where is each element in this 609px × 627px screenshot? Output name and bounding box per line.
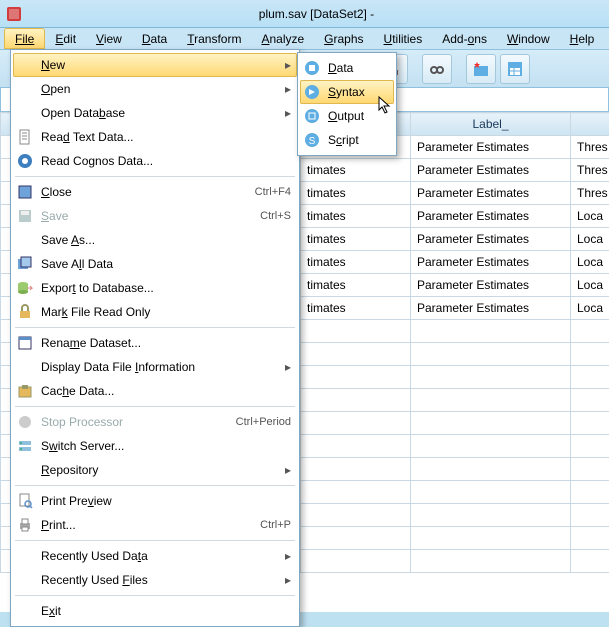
cell[interactable]: Loca [571, 205, 609, 228]
menu-item-stop-processor: Stop ProcessorCtrl+Period [13, 410, 297, 434]
data-icon [302, 59, 322, 77]
file-menu-dropdown: New ▸ Open▸ Open Database▸ Read Text Dat… [10, 49, 300, 627]
menu-item-new[interactable]: New ▸ [13, 53, 297, 77]
save-icon [15, 207, 35, 225]
menu-item-save: SaveCtrl+S [13, 204, 297, 228]
menubar: File Edit View Data Transform Analyze Gr… [0, 28, 609, 50]
menu-item-export-db[interactable]: Export to Database... [13, 276, 297, 300]
cell[interactable]: Loca [571, 274, 609, 297]
toolbar-find-button[interactable] [422, 54, 452, 84]
submenu-item-output[interactable]: Output [300, 104, 394, 128]
menu-item-print[interactable]: Print...Ctrl+P [13, 513, 297, 537]
menu-help[interactable]: Help [560, 28, 605, 49]
menu-item-display-info[interactable]: Display Data File Information▸ [13, 355, 297, 379]
toolbar-star-grid-button[interactable] [466, 54, 496, 84]
cell[interactable]: Loca [571, 228, 609, 251]
cell[interactable]: timates [301, 297, 411, 320]
menu-item-print-preview[interactable]: Print Preview [13, 489, 297, 513]
menu-transform[interactable]: Transform [177, 28, 251, 49]
cell[interactable]: Parameter Estimates [411, 182, 571, 205]
server-icon [15, 437, 35, 455]
menu-item-read-cognos[interactable]: Read Cognos Data... [13, 149, 297, 173]
menu-file[interactable]: File [4, 28, 45, 49]
cell[interactable]: Thres [571, 159, 609, 182]
menu-item-save-as[interactable]: Save As... [13, 228, 297, 252]
col-header-2[interactable] [571, 113, 609, 136]
grid-icon [15, 334, 35, 352]
print-icon [15, 516, 35, 534]
cell[interactable]: Parameter Estimates [411, 228, 571, 251]
menu-view[interactable]: View [86, 28, 132, 49]
submenu-arrow-icon: ▸ [283, 58, 291, 72]
close-icon [15, 183, 35, 201]
save-all-icon [15, 255, 35, 273]
new-submenu: Data Syntax Output S Script [297, 52, 397, 156]
menu-item-repository[interactable]: Repository▸ [13, 458, 297, 482]
cell[interactable]: timates [301, 228, 411, 251]
submenu-item-data[interactable]: Data [300, 56, 394, 80]
menu-window[interactable]: Window [497, 28, 560, 49]
menu-data[interactable]: Data [132, 28, 177, 49]
app-icon [6, 6, 22, 22]
syntax-icon [302, 83, 322, 101]
submenu-item-script[interactable]: S Script [300, 128, 394, 152]
cell[interactable]: Parameter Estimates [411, 205, 571, 228]
cell[interactable]: timates [301, 251, 411, 274]
svg-text:S: S [309, 136, 316, 147]
menu-addons[interactable]: Add-ons [432, 28, 497, 49]
menu-item-close[interactable]: CloseCtrl+F4 [13, 180, 297, 204]
menu-item-recent-data[interactable]: Recently Used Data▸ [13, 544, 297, 568]
submenu-item-syntax[interactable]: Syntax [300, 80, 394, 104]
cell[interactable]: Parameter Estimates [411, 274, 571, 297]
menu-item-exit[interactable]: Exit [13, 599, 297, 623]
cognos-icon [15, 152, 35, 170]
cell[interactable]: timates [301, 205, 411, 228]
cell[interactable]: Thres [571, 182, 609, 205]
cache-icon [15, 382, 35, 400]
titlebar: plum.sav [DataSet2] - [0, 0, 609, 28]
menu-analyze[interactable]: Analyze [251, 28, 314, 49]
menu-item-cache[interactable]: Cache Data... [13, 379, 297, 403]
cell[interactable]: Parameter Estimates [411, 297, 571, 320]
menu-item-read-text[interactable]: Read Text Data... [13, 125, 297, 149]
cell[interactable]: timates [301, 182, 411, 205]
stop-icon [15, 413, 35, 431]
lock-icon [15, 303, 35, 321]
export-icon [15, 279, 35, 297]
blank-icon [15, 56, 35, 74]
cell[interactable]: Loca [571, 297, 609, 320]
menu-edit[interactable]: Edit [45, 28, 86, 49]
cell[interactable]: Loca [571, 251, 609, 274]
menu-item-mark-readonly[interactable]: Mark File Read Only [13, 300, 297, 324]
menu-item-recent-files[interactable]: Recently Used Files▸ [13, 568, 297, 592]
col-header-label[interactable]: Label_ [411, 113, 571, 136]
output-icon [302, 107, 322, 125]
menu-item-save-all[interactable]: Save All Data [13, 252, 297, 276]
menu-utilities[interactable]: Utilities [374, 28, 433, 49]
cell[interactable]: timates [301, 159, 411, 182]
cell[interactable]: Parameter Estimates [411, 136, 571, 159]
cell[interactable]: Thres [571, 136, 609, 159]
menu-graphs[interactable]: Graphs [314, 28, 373, 49]
menu-item-open[interactable]: Open▸ [13, 77, 297, 101]
preview-icon [15, 492, 35, 510]
file-icon [15, 128, 35, 146]
cell[interactable]: Parameter Estimates [411, 251, 571, 274]
toolbar-blue-grid-button[interactable] [500, 54, 530, 84]
menu-item-switch-server[interactable]: Switch Server... [13, 434, 297, 458]
menu-item-rename-dataset[interactable]: Rename Dataset... [13, 331, 297, 355]
script-icon: S [302, 131, 322, 149]
cell[interactable]: timates [301, 274, 411, 297]
menu-item-open-database[interactable]: Open Database▸ [13, 101, 297, 125]
cell[interactable]: Parameter Estimates [411, 159, 571, 182]
window-title: plum.sav [DataSet2] - [30, 7, 603, 21]
